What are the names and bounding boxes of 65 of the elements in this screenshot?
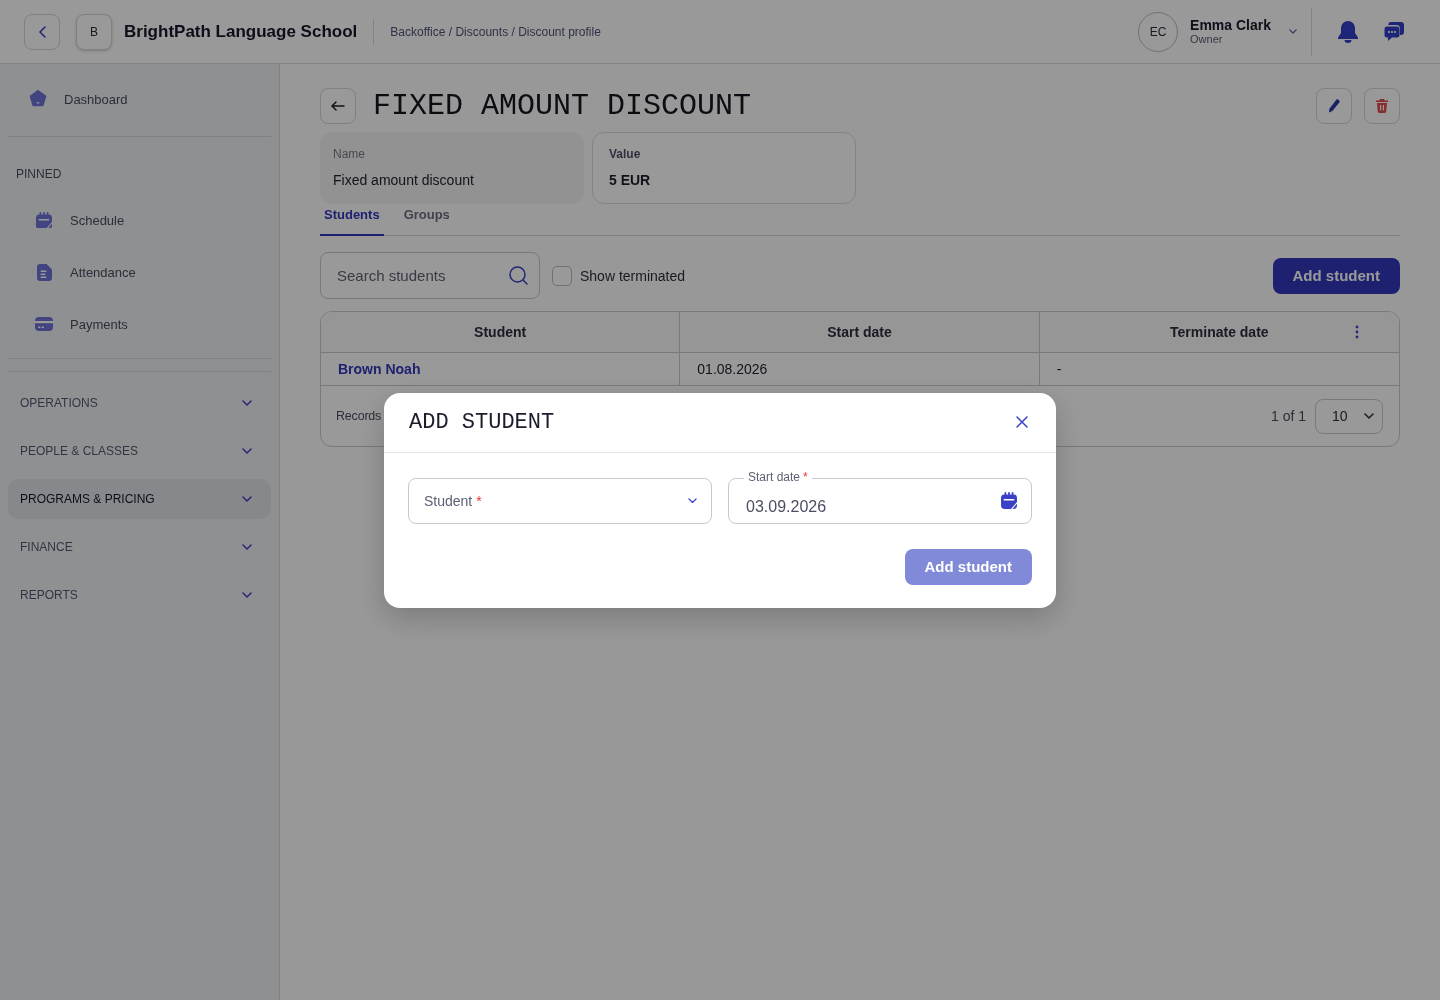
workspace-button[interactable]: B <box>76 13 112 50</box>
chevron-down-icon <box>1364 413 1374 419</box>
pencil-icon <box>1328 99 1340 113</box>
sidebar-item[interactable]: Dashboard <box>8 72 271 126</box>
calendar-icon <box>36 211 52 229</box>
notifications-button[interactable] <box>1338 20 1358 43</box>
dialog-title: ADD STUDENT <box>409 409 555 435</box>
calendar-icon <box>1001 492 1017 509</box>
column-menu-button[interactable] <box>1355 325 1359 339</box>
sidebar-item[interactable]: Schedule <box>8 194 271 246</box>
field-label: Value <box>609 147 641 161</box>
field-label: Name <box>333 147 365 161</box>
chevron-down-icon <box>1289 29 1297 34</box>
records-label: Records <box>336 409 382 423</box>
user-role: Owner <box>1190 33 1224 46</box>
chat-icon <box>1384 22 1404 41</box>
section-title: PINNED <box>15 167 62 181</box>
tab[interactable]: Groups <box>399 204 454 236</box>
field-value: Fixed amount discount <box>333 172 474 188</box>
back-button[interactable] <box>320 88 356 124</box>
sidebar-group[interactable]: OPERATIONS <box>8 383 271 423</box>
date-field[interactable]: Start date * 03.09.2026 <box>728 469 1032 524</box>
sidebar-group[interactable]: REPORTS <box>8 575 271 615</box>
credit-card-icon <box>35 317 53 331</box>
breadcrumb: Backoffice / Discounts / Discount profile <box>390 24 601 39</box>
search-icon <box>509 266 528 285</box>
field-label: Start date <box>748 469 801 484</box>
school-name: BrightPath Language School <box>124 21 358 42</box>
search-field[interactable]: Search students <box>320 252 540 299</box>
page-size-select[interactable]: 10 <box>1315 398 1383 434</box>
edit-button[interactable] <box>1316 88 1352 124</box>
page-title: FIXED AMOUNT DISCOUNT <box>373 88 752 124</box>
chevron-left-icon <box>38 25 46 38</box>
table-cell: 01.08.2026 <box>697 361 768 377</box>
arrow-left-icon <box>331 101 345 111</box>
checkbox-label: Show terminated <box>580 267 686 284</box>
tab[interactable]: Students <box>320 204 384 236</box>
student-select[interactable]: Student * <box>408 477 712 524</box>
close-icon <box>1016 416 1028 428</box>
column-header: Student <box>474 324 527 340</box>
user-name: Emma Clark <box>1190 17 1271 33</box>
column-header: Terminate date <box>1170 324 1269 340</box>
field-value: 5 EUR <box>609 172 651 188</box>
table-cell: - <box>1056 361 1062 377</box>
trash-icon <box>1376 99 1388 113</box>
sidebar-item[interactable]: Attendance <box>8 246 271 298</box>
student-link[interactable]: Brown Noah <box>338 361 421 377</box>
more-options-icon <box>1355 325 1359 339</box>
page-info: 1 of 1 <box>1270 408 1306 424</box>
messages-button[interactable] <box>1384 22 1404 41</box>
column-header: Start date <box>827 324 892 340</box>
chevron-down-icon <box>688 497 697 504</box>
user-menu-button[interactable] <box>1289 29 1297 34</box>
document-icon <box>36 263 52 281</box>
required-mark: * <box>476 492 482 509</box>
sidebar-group[interactable]: FINANCE <box>8 527 271 567</box>
add-student-button[interactable]: Add student <box>1272 257 1400 294</box>
bell-icon <box>1338 20 1358 43</box>
sidebar-item[interactable]: Payments <box>8 298 271 350</box>
sidebar-group[interactable]: PEOPLE & CLASSES <box>8 431 271 471</box>
sidebar-group[interactable]: PROGRAMS & PRICING <box>8 479 271 519</box>
checkbox[interactable] <box>552 265 572 286</box>
pentagon-icon <box>29 90 47 108</box>
required-mark: * <box>803 469 808 484</box>
delete-button[interactable] <box>1364 88 1400 124</box>
